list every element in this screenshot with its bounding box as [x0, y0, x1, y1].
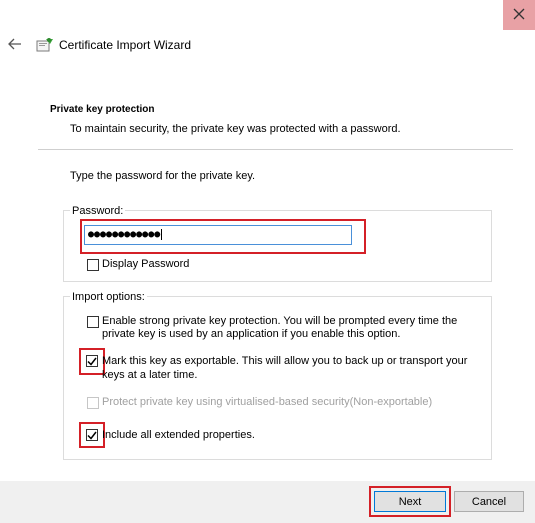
strong-protection-label-line2: private key is used by an application if… — [102, 328, 401, 340]
display-password-checkbox[interactable] — [87, 259, 99, 271]
display-password-label: Display Password — [102, 258, 190, 270]
password-prompt: Type the password for the private key. — [70, 170, 256, 182]
checkmark-icon — [87, 431, 97, 440]
next-button[interactable]: Next — [374, 491, 446, 512]
close-button[interactable] — [503, 0, 535, 30]
virtualised-security-label: Protect private key using virtualised-ba… — [102, 396, 433, 408]
password-value: ●●●●●●●●●●●● — [88, 229, 161, 240]
password-group-label: Password: — [70, 205, 126, 217]
strong-protection-checkbox[interactable] — [87, 316, 99, 328]
strong-protection-label-line1: Enable strong private key protection. Yo… — [102, 315, 458, 327]
text-caret — [161, 229, 163, 240]
extended-properties-checkbox[interactable] — [86, 429, 98, 441]
import-options-label: Import options: — [70, 291, 147, 303]
exportable-label-line1: Mark this key as exportable. This will a… — [102, 355, 468, 367]
close-icon — [513, 8, 525, 23]
back-button[interactable] — [6, 37, 24, 53]
cancel-button[interactable]: Cancel — [454, 491, 524, 512]
certificate-icon — [36, 37, 54, 53]
header-divider — [38, 149, 513, 150]
section-title: Private key protection — [50, 104, 155, 115]
wizard-title: Certificate Import Wizard — [59, 38, 192, 52]
back-arrow-icon — [8, 38, 22, 53]
section-description: To maintain security, the private key wa… — [70, 123, 401, 135]
password-input[interactable]: ●●●●●●●●●●●● — [84, 225, 352, 245]
virtualised-security-checkbox[interactable] — [87, 397, 99, 409]
checkmark-icon — [87, 357, 97, 366]
exportable-label-line2: keys at a later time. — [102, 369, 198, 381]
extended-properties-label: Include all extended properties. — [102, 429, 255, 441]
exportable-checkbox[interactable] — [86, 355, 98, 367]
